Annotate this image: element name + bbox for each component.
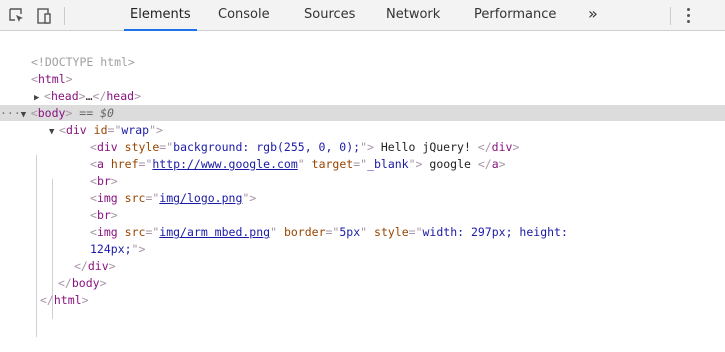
dom-node-div-hello[interactable]: <div style="background: rgb(255, 0, 0);"… (0, 139, 725, 155)
inspect-element-icon[interactable] (7, 6, 27, 26)
dom-node-body-selected[interactable]: ···▼ <body> == $0 (0, 105, 725, 121)
dom-node-wrap[interactable]: ▼ <div id="wrap"> (0, 122, 725, 138)
dom-node-doctype[interactable]: <!DOCTYPE html> (0, 54, 725, 70)
toolbar-separator (670, 7, 671, 25)
dom-node-br[interactable]: <br> (0, 173, 725, 189)
collapse-triangle-icon[interactable]: ▼ (49, 124, 59, 140)
dom-node-body-close[interactable]: </body> (0, 275, 725, 291)
more-tabs-button[interactable]: » (588, 0, 598, 30)
collapse-triangle-icon[interactable]: ▼ (21, 107, 31, 123)
kebab-menu-icon[interactable] (687, 8, 691, 24)
dom-node-a-google[interactable]: <a href="http://www.google.com" target="… (0, 156, 725, 172)
src-link[interactable]: img/logo.png (159, 191, 242, 205)
toolbar-separator (64, 7, 65, 25)
node-actions-dots-icon[interactable]: ··· (0, 106, 21, 120)
dom-node-br[interactable]: <br> (0, 207, 725, 223)
dom-node-head[interactable]: ▶ <head>…</head> (0, 88, 725, 104)
expand-triangle-icon[interactable]: ▶ (34, 90, 44, 106)
src-link[interactable]: img/arm mbed.png (159, 225, 270, 239)
device-toolbar-icon[interactable] (34, 6, 54, 26)
devtools-toolbar: Elements Console Sources Network Perform… (0, 0, 725, 31)
tab-sources[interactable]: Sources (304, 0, 355, 30)
dom-node-div-close[interactable]: </div> (0, 258, 725, 274)
tab-performance[interactable]: Performance (474, 0, 556, 30)
tab-elements[interactable]: Elements (124, 0, 197, 31)
tab-console[interactable]: Console (218, 0, 270, 30)
dom-node-img-arm[interactable]: <img src="img/arm mbed.png" border="5px"… (0, 224, 725, 240)
dom-node-img-logo[interactable]: <img src="img/logo.png"> (0, 190, 725, 206)
dom-node-img-arm-wrap[interactable]: 124px;"> (0, 241, 725, 257)
dom-node-html-close[interactable]: </html> (0, 292, 725, 308)
dom-node-html[interactable]: <html> (0, 71, 725, 87)
tab-network[interactable]: Network (386, 0, 440, 30)
href-link[interactable]: http://www.google.com (152, 157, 297, 171)
